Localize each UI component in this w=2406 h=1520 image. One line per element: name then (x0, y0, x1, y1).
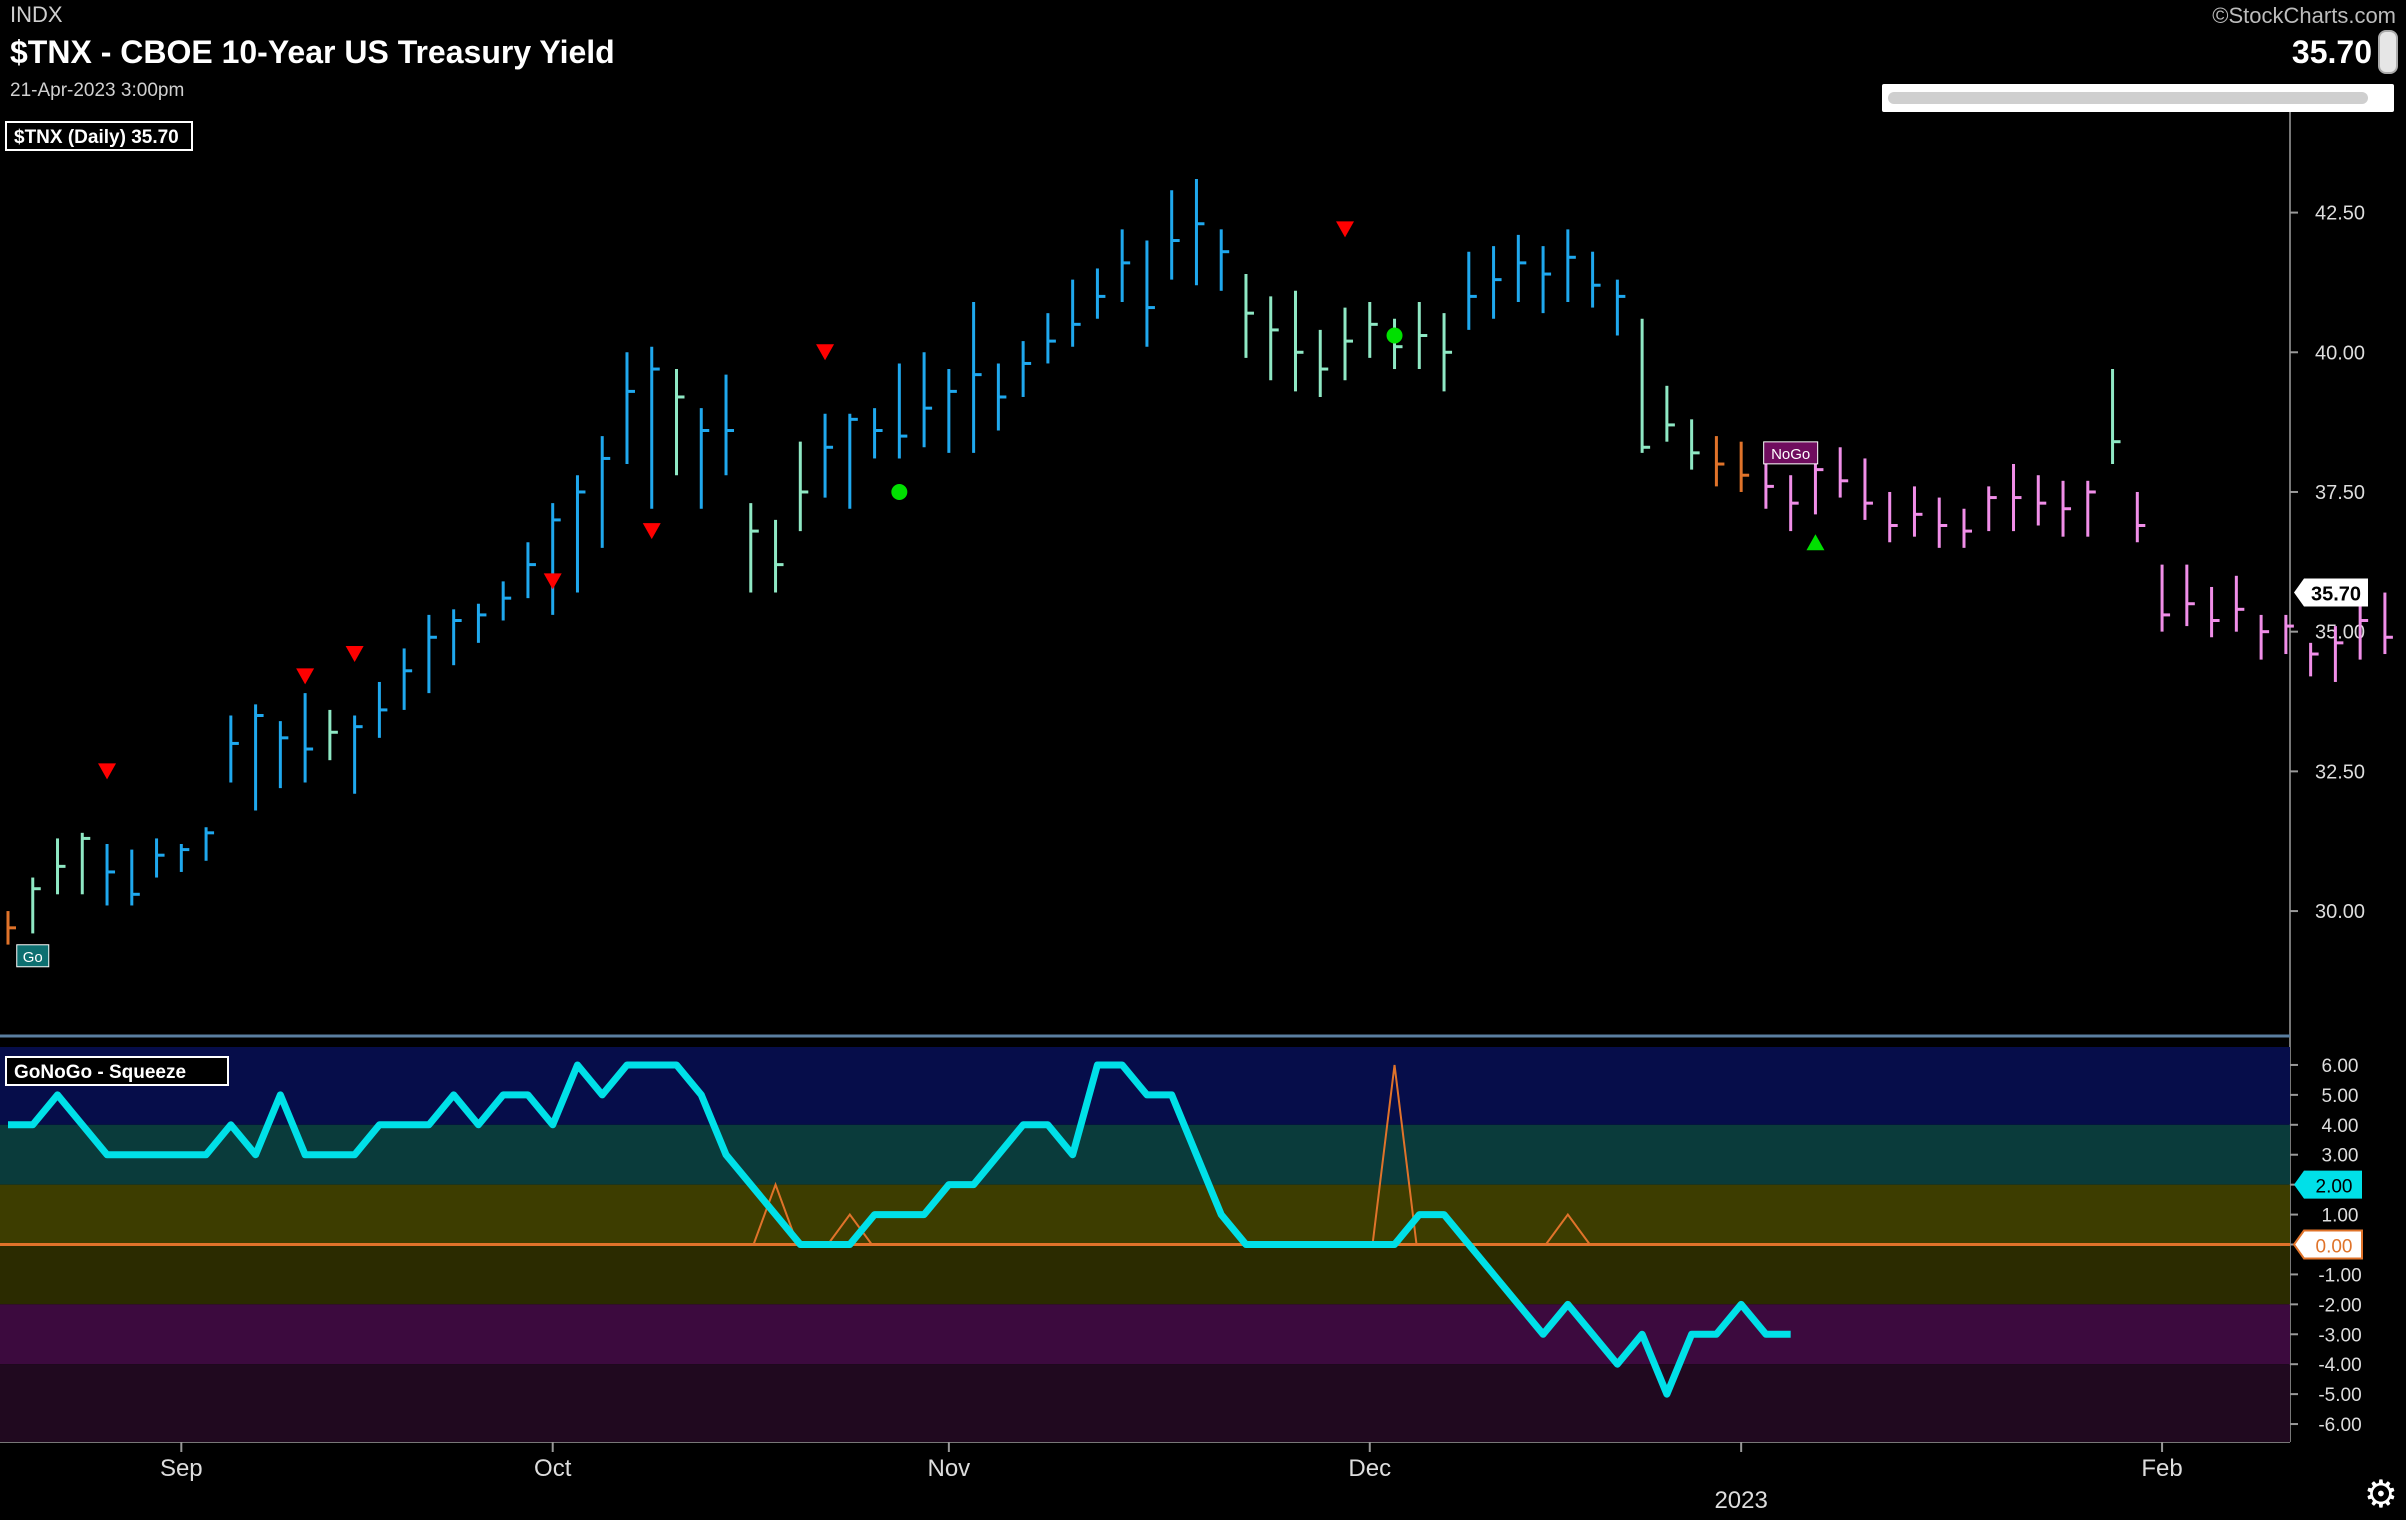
x-tick-label: Oct (534, 1455, 572, 1482)
oscillator-band (0, 1047, 2290, 1125)
x-tick-label: Dec (1348, 1455, 1391, 1482)
price-tick-label: 30.00 (2315, 901, 2365, 923)
gear-icon[interactable]: ⚙ (2364, 1476, 2398, 1514)
price-tick-label: 42.50 (2315, 203, 2365, 225)
vertical-scroll-handle[interactable] (2378, 30, 2398, 74)
price-tick-label: 35.00 (2315, 622, 2365, 644)
price-tick-label: 32.50 (2315, 761, 2365, 783)
green-dot-marker (891, 483, 908, 500)
green-dot-marker (1386, 327, 1403, 344)
oscillator-band (0, 1364, 2290, 1442)
scrollbar-thumb[interactable] (1888, 92, 2368, 104)
year-label: 2023 (1714, 1487, 1767, 1514)
horizontal-scrollbar[interactable] (1882, 84, 2394, 112)
triangle-down-marker (816, 344, 835, 361)
triangle-down-marker (1336, 221, 1355, 238)
oscillator-band (0, 1304, 2290, 1365)
x-tick-label: Feb (2141, 1455, 2182, 1482)
price-current-label: 35.70 (2311, 584, 2361, 606)
signal-badge-label: Go (23, 949, 43, 966)
oscillator-tick-label: 6.00 (2322, 1056, 2359, 1077)
price-tick-label: 40.00 (2315, 342, 2365, 364)
price-tick-label: 37.50 (2315, 482, 2365, 504)
oscillator-tick-label: 5.00 (2322, 1086, 2359, 1107)
oscillator-tick-label: 4.00 (2322, 1116, 2359, 1137)
brand-label: ©StockCharts.com (2212, 3, 2396, 28)
triangle-up-marker (1806, 534, 1825, 551)
oscillator-tick-label: 3.00 (2322, 1146, 2359, 1167)
exchange-label: INDX (10, 2, 63, 27)
oscillator-band (0, 1184, 2290, 1245)
oscillator-tick-label: -3.00 (2318, 1325, 2361, 1346)
chart-area: 42.50 40.00 37.50 35.00 32.50 30.00 $TNX (Dail… (0, 112, 2393, 1514)
x-tick-label: Sep (160, 1455, 203, 1482)
triangle-down-marker (642, 523, 661, 540)
triangle-down-marker (296, 668, 315, 685)
oscillator-band (0, 1244, 2290, 1305)
chart-header: INDX $TNX - CBOE 10-Year US Treasury Yie… (0, 0, 2406, 112)
triangle-down-marker (345, 646, 364, 663)
oscillator-current-label: 2.00 (2316, 1177, 2353, 1198)
chart-date: 21-Apr-2023 3:00pm (10, 80, 185, 101)
oscillator-tick-label: 1.00 (2322, 1206, 2359, 1227)
triangle-down-marker (543, 573, 562, 590)
oscillator-tick-label: -1.00 (2318, 1265, 2361, 1286)
chart-title: $TNX - CBOE 10-Year US Treasury Yield (10, 34, 615, 70)
price-legend-label: $TNX (Daily) 35.70 (14, 127, 179, 148)
signal-badge-label: NoGo (1771, 446, 1810, 463)
last-value: 35.70 (2291, 34, 2372, 70)
oscillator-tick-label: -4.00 (2318, 1355, 2361, 1376)
triangle-down-marker (98, 763, 117, 780)
oscillator-tick-label: -6.00 (2318, 1415, 2361, 1436)
x-tick-label: Nov (928, 1455, 971, 1482)
oscillator-legend-label: GoNoGo - Squeeze (14, 1062, 186, 1083)
oscillator-tick-label: -2.00 (2318, 1295, 2361, 1316)
oscillator-tick-label: -5.00 (2318, 1385, 2361, 1406)
zero-callout-label: 0.00 (2316, 1237, 2353, 1258)
